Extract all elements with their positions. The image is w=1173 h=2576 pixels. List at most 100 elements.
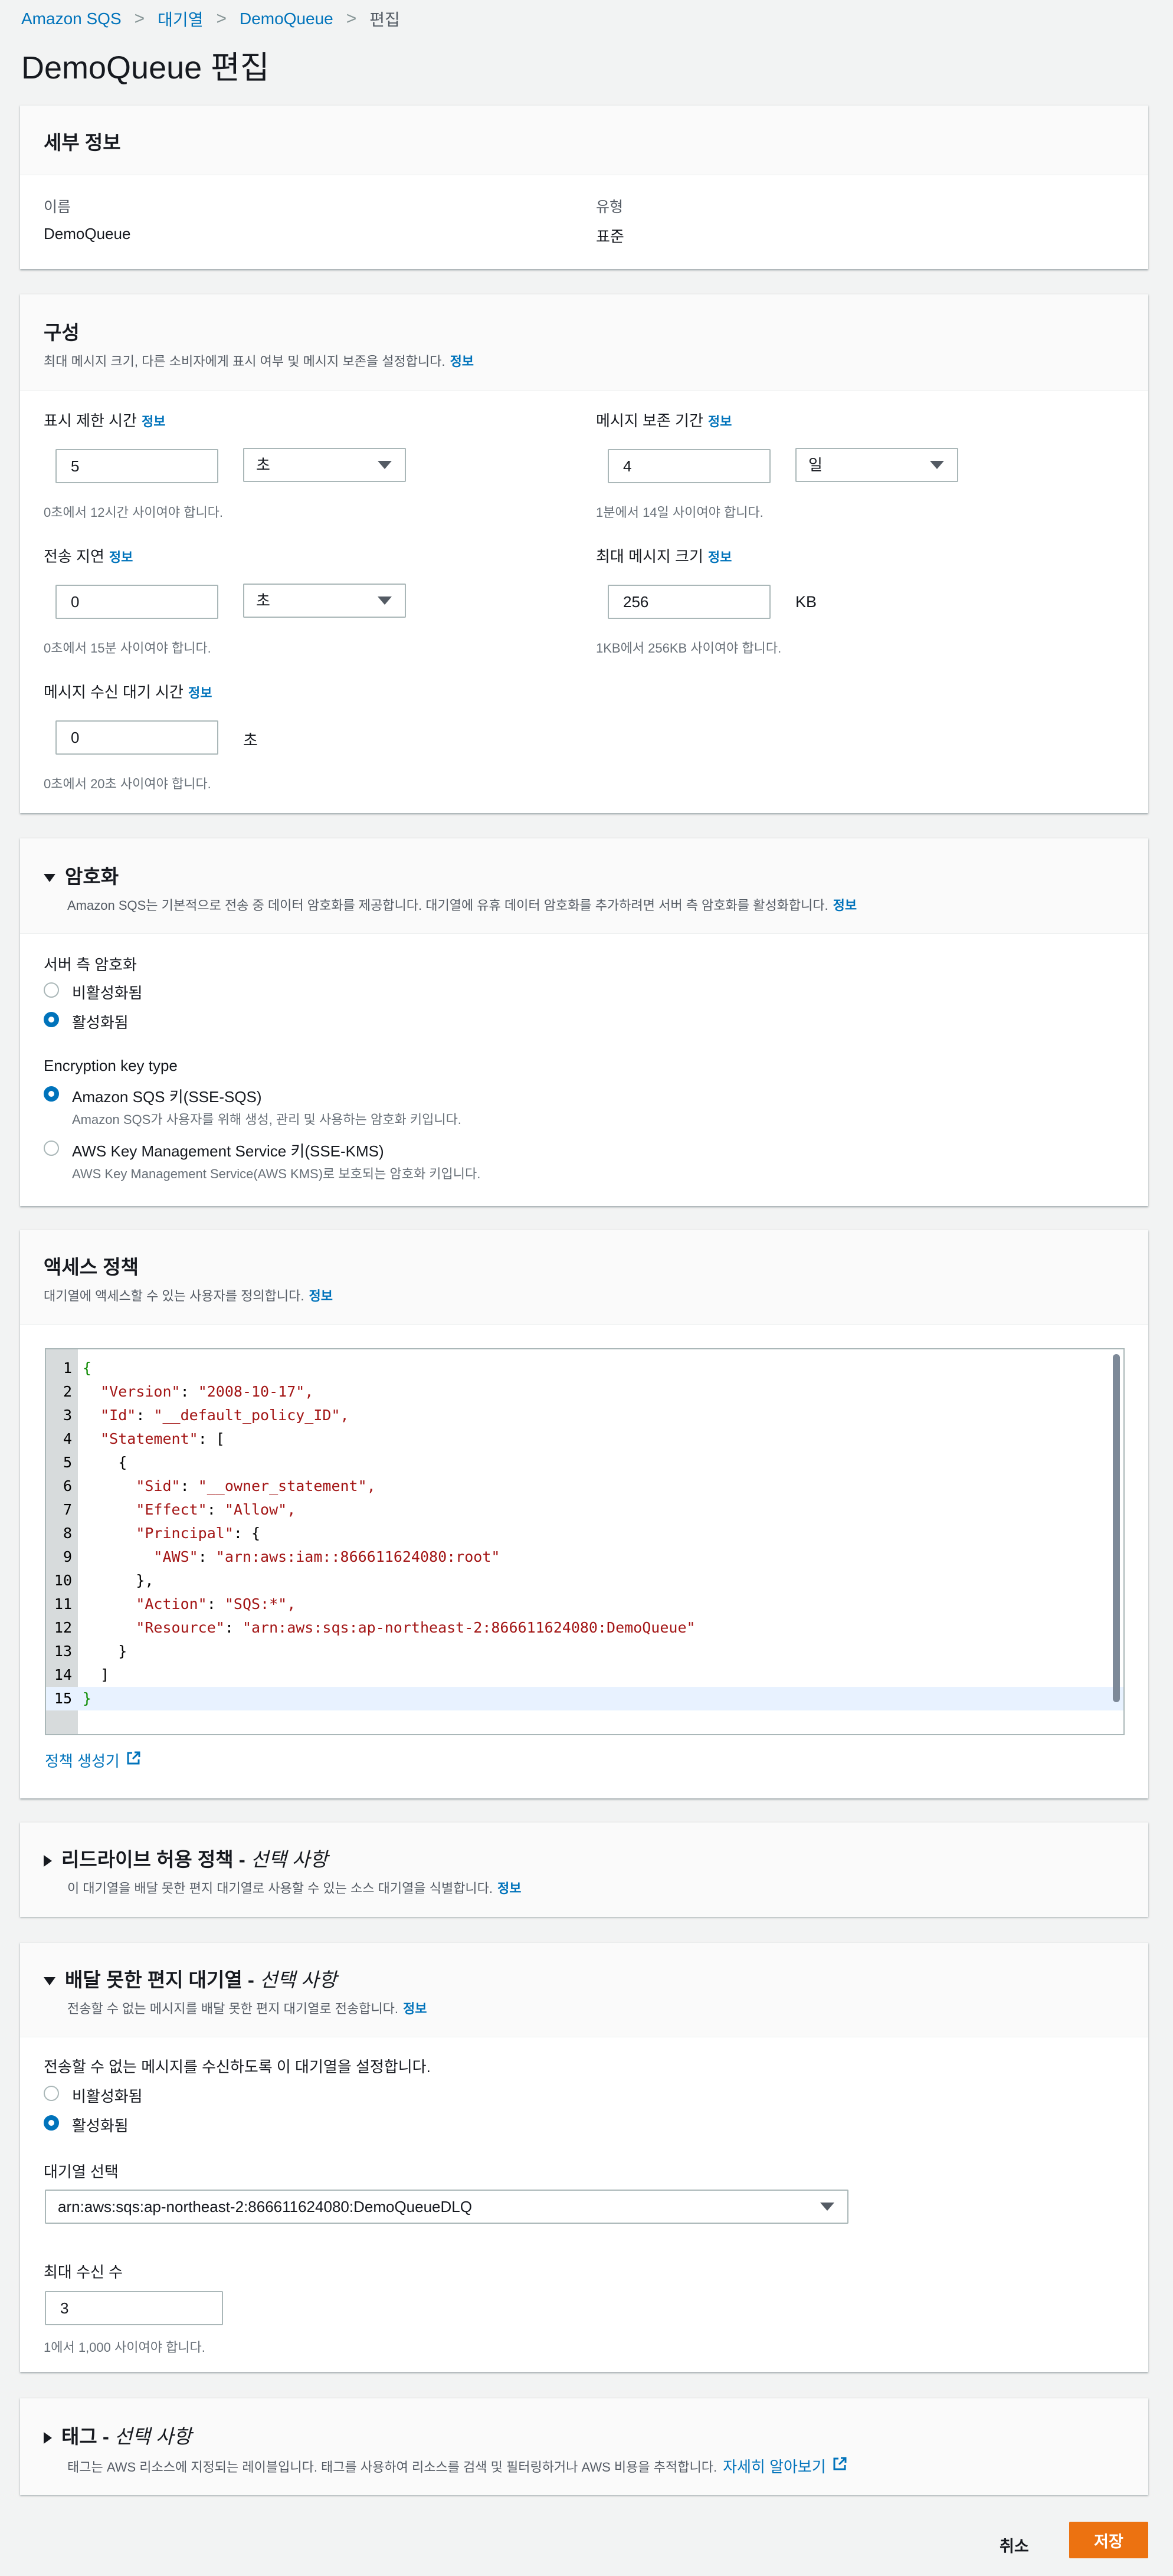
code-key: "Resource" [136,1619,225,1636]
code-line: 6 "Sid": "__owner_statement", [46,1474,1123,1498]
delivery-delay-unit-select[interactable]: 초 [243,584,406,618]
code-line: 13 } [46,1640,1123,1663]
code-line: 15} [46,1687,1123,1710]
redrive-policy-header[interactable]: 리드라이브 허용 정책 - 선택 사항 이 대기열을 배달 못한 편지 대기열로… [20,1823,1148,1917]
code-text: "Sid": "__owner_statement", [83,1474,376,1498]
max-receives-input[interactable]: 3 [45,2291,223,2325]
retention-info-link[interactable]: 정보 [708,414,732,429]
code-text: } [83,1687,91,1710]
configuration-title: 구성 [44,322,80,343]
code-text: { [83,1451,127,1474]
retention-input[interactable]: 4 [608,449,771,483]
delivery-delay-input[interactable]: 0 [55,585,218,619]
retention-unit-select[interactable]: 일 [795,448,958,482]
encryption-info-link[interactable]: 정보 [833,898,857,913]
delay-info-link[interactable]: 정보 [109,550,133,565]
breadcrumb: Amazon SQS > 대기열 > DemoQueue > 편집 [21,7,400,31]
radio-unchecked[interactable] [44,1140,59,1156]
max-receives-hint: 1에서 1,000 사이여야 합니다. [44,2340,205,2355]
save-button[interactable]: 저장 [1069,2522,1148,2558]
policy-generator-link[interactable]: 정책 생성기 [45,1749,141,1771]
encryption-title: 암호화 [44,861,1125,889]
code-value: : [ [198,1430,225,1447]
receive-wait-input[interactable]: 0 [55,720,218,755]
sse-kms-radio[interactable]: AWS Key Management Service 키(SSE-KMS) AW… [44,1139,480,1182]
max-message-size-input[interactable]: 256 [608,585,771,619]
visibility-timeout-input[interactable]: 5 [55,449,218,483]
external-link-icon [126,1751,141,1770]
radio-unchecked[interactable] [44,982,59,998]
code-key: "Action" [136,1595,207,1613]
radio-checked[interactable] [44,1086,59,1102]
sse-disabled-radio[interactable]: 비활성화됨 [44,981,143,1003]
encryption-header[interactable]: 암호화 Amazon SQS는 기본적으로 전송 중 데이터 암호화를 제공합니… [20,838,1148,934]
code-lines: 1{2 "Version": "2008-10-17", 3 "Id": "__d… [46,1356,1123,1710]
caret-right-icon [44,2432,52,2444]
dlq-disabled-radio[interactable]: 비활성화됨 [44,2085,143,2106]
editor-scrollbar[interactable] [1113,1354,1120,1702]
radio-checked[interactable] [44,2115,59,2131]
visibility-info-link[interactable]: 정보 [142,414,165,429]
learn-more-link[interactable]: 자세히 알아보기 [723,2455,826,2477]
code-text: "Id": "__default_policy_ID", [83,1404,349,1427]
encryption-desc: Amazon SQS는 기본적으로 전송 중 데이터 암호화를 제공합니다. 대… [67,898,857,913]
cancel-button[interactable]: 취소 [1000,2534,1029,2557]
sse-kms-label: AWS Key Management Service 키(SSE-KMS) [72,1142,384,1160]
line-number: 2 [63,1383,72,1400]
breadcrumb-queues[interactable]: 대기열 [158,7,203,31]
line-number: 7 [63,1501,72,1518]
code-key: "Id" [100,1407,136,1424]
radio-checked[interactable] [44,1012,59,1027]
redrive-policy-title: 리드라이브 허용 정책 - 선택 사항 [44,1844,1125,1872]
caret-down-icon [44,874,55,883]
dlq-enabled-radio[interactable]: 활성화됨 [44,2114,129,2136]
line-number: 14 [54,1666,72,1683]
radio-unchecked[interactable] [44,2086,59,2101]
policy-code-editor[interactable]: 1{2 "Version": "2008-10-17", 3 "Id": "__d… [45,1348,1125,1735]
code-value: : "arn:aws:sqs:ap-northeast-2:8666116240… [224,1619,696,1636]
sse-sqs-radio[interactable]: Amazon SQS 키(SSE-SQS) Amazon SQS가 사용자를 위… [44,1085,461,1128]
max-size-info-link[interactable]: 정보 [708,550,732,565]
caret-down-icon [820,2203,834,2211]
redrive-policy-desc: 이 대기열을 배달 못한 편지 대기열로 사용할 수 있는 소스 대기열을 식별… [67,1881,522,1896]
code-text: "Effect": "Allow", [83,1498,296,1522]
code-line: 10 }, [46,1569,1123,1592]
encryption-panel: 암호화 Amazon SQS는 기본적으로 전송 중 데이터 암호화를 제공합니… [20,838,1148,1206]
code-key: "Version" [100,1383,181,1400]
details-header: 세부 정보 [20,106,1148,175]
code-value: : "Allow", [207,1501,296,1518]
code-key: "Effect" [136,1501,207,1518]
code-key: "Principal" [136,1525,234,1542]
type-label: 유형 [596,199,624,215]
configuration-info-link[interactable]: 정보 [450,354,474,369]
breadcrumb-sqs[interactable]: Amazon SQS [21,9,122,28]
receive-wait-info-link[interactable]: 정보 [188,686,212,700]
breadcrumb-demoqueue[interactable]: DemoQueue [240,9,333,28]
caret-down-icon [378,461,392,469]
code-value: : "__owner_statement", [180,1477,376,1495]
visibility-timeout-hint: 0초에서 12시간 사이여야 합니다. [44,505,224,520]
code-line: 8 "Principal": { [46,1522,1123,1545]
access-policy-info-link[interactable]: 정보 [309,1289,332,1303]
sse-sqs-label: Amazon SQS 키(SSE-SQS) [72,1088,262,1106]
dlq-info-link[interactable]: 정보 [403,2001,427,2016]
dlq-header[interactable]: 배달 못한 편지 대기열 - 선택 사항 전송할 수 없는 메시지를 배달 못한… [20,1943,1148,2037]
code-value: { [83,1359,92,1377]
page-title: DemoQueue 편집 [21,50,270,86]
dlq-desc: 전송할 수 없는 메시지를 배달 못한 편지 대기열로 전송합니다. 정보 [67,2001,427,2016]
configuration-panel: 구성 최대 메시지 크기, 다른 소비자에게 표시 여부 및 메시지 보존을 설… [20,294,1148,813]
visibility-timeout-unit-select[interactable]: 초 [243,448,406,482]
breadcrumb-current: 편집 [369,11,400,29]
dlq-queue-select[interactable]: arn:aws:sqs:ap-northeast-2:866611624080:… [45,2190,848,2224]
tags-header[interactable]: 태그 - 선택 사항 태그는 AWS 리소스에 지정되는 레이블입니다. 태그를… [20,2398,1148,2495]
code-text: "Resource": "arn:aws:sqs:ap-northeast-2:… [83,1616,696,1640]
sse-enabled-radio[interactable]: 활성화됨 [44,1011,129,1033]
receive-wait-unit: 초 [243,732,258,749]
delivery-delay-label: 전송 지연 정보 [44,548,133,565]
details-panel: 세부 정보 이름 DemoQueue 유형 표준 [20,105,1148,269]
redrive-info-link[interactable]: 정보 [497,1881,521,1896]
